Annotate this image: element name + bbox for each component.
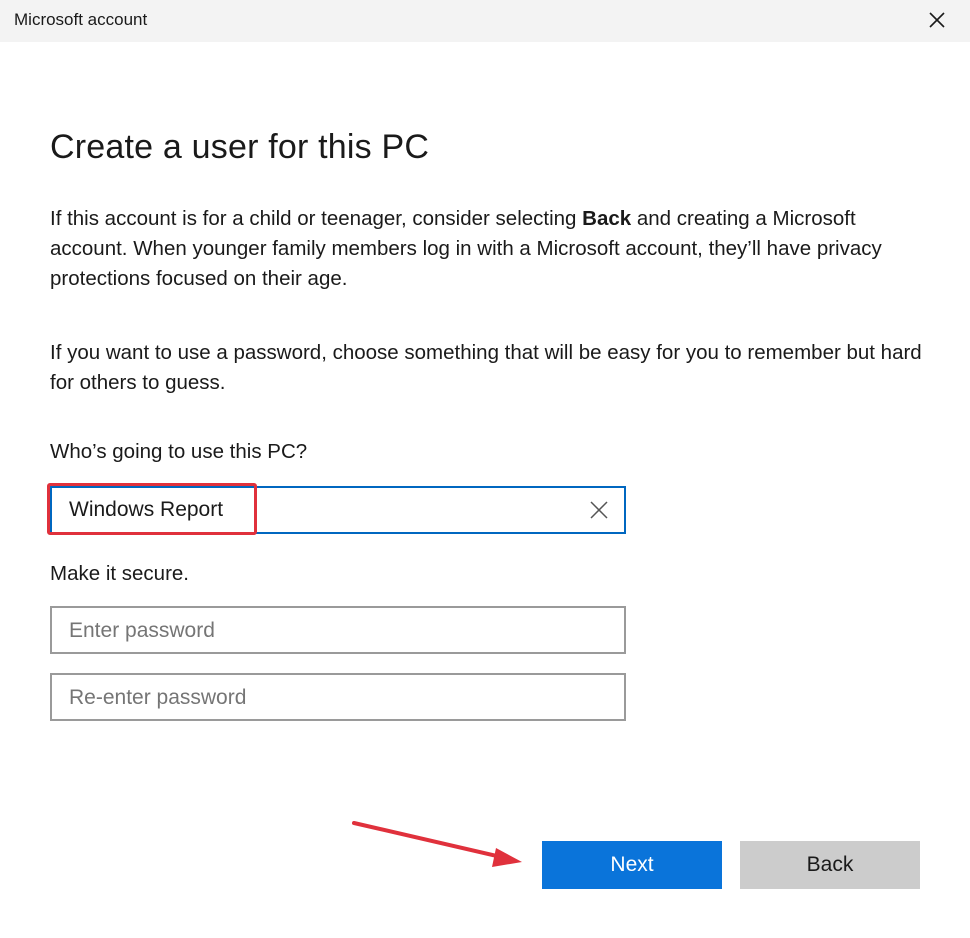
clear-input-icon[interactable] <box>588 499 610 521</box>
close-icon <box>929 12 945 28</box>
red-arrow-annotation <box>352 821 522 867</box>
info-text-back-emphasis: Back <box>582 207 632 230</box>
secure-label: Make it secure. <box>50 562 189 585</box>
user-name-highlight <box>47 483 257 535</box>
password-input[interactable]: Enter password <box>50 606 626 654</box>
title-bar: Microsoft account <box>0 0 970 42</box>
reenter-password-input[interactable]: Re-enter password <box>50 673 626 721</box>
child-account-info: If this account is for a child or teenag… <box>50 204 930 294</box>
password-advice: If you want to use a password, choose so… <box>50 341 922 394</box>
user-name-label: Who’s going to use this PC? <box>50 440 308 463</box>
close-button[interactable] <box>922 6 952 36</box>
page-title: Create a user for this PC <box>50 128 430 166</box>
next-button[interactable]: Next <box>542 841 722 889</box>
password-placeholder: Enter password <box>69 619 215 642</box>
window-title: Microsoft account <box>14 10 148 29</box>
back-button[interactable]: Back <box>740 841 920 889</box>
reenter-password-placeholder: Re-enter password <box>69 686 247 709</box>
microsoft-account-window: Microsoft account Create a user for this… <box>0 0 970 938</box>
info-text-start: If this account is for a child or teenag… <box>50 207 583 230</box>
